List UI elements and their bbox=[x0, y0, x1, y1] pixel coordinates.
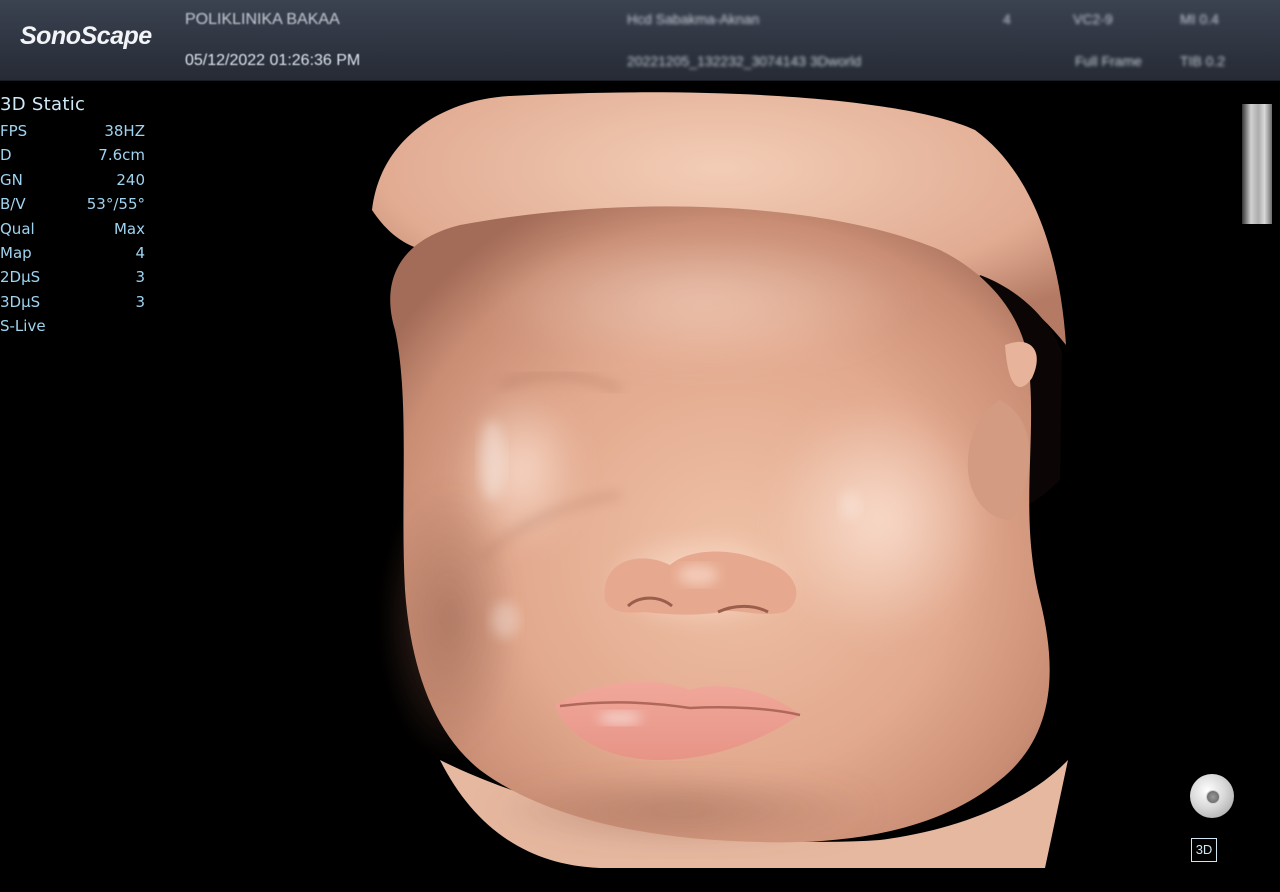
param-label: GN bbox=[0, 170, 23, 189]
param-label: D bbox=[0, 146, 12, 165]
param-row-map: Map 4 bbox=[0, 241, 145, 265]
param-row-depth: D 7.6cm bbox=[0, 143, 145, 167]
param-label: B/V bbox=[0, 195, 26, 214]
header-bar: SonoScape POLIKLINIKA BAKAA 05/12/2022 0… bbox=[0, 0, 1280, 80]
param-value: 53°/55° bbox=[86, 195, 145, 214]
param-value: 240 bbox=[116, 170, 145, 189]
trackball-icon[interactable] bbox=[1190, 774, 1234, 818]
param-value: 3 bbox=[135, 268, 145, 287]
param-value: 4 bbox=[135, 243, 145, 262]
param-row-2dus: 2DμS 3 bbox=[0, 265, 145, 289]
param-row-gain: GN 240 bbox=[0, 168, 145, 192]
param-label: 2DμS bbox=[0, 268, 41, 287]
param-label: Map bbox=[0, 243, 32, 262]
mechanical-index: MI 0.4 bbox=[1180, 11, 1219, 27]
mode-badge-3d[interactable]: 3D bbox=[1191, 838, 1217, 862]
param-row-fps: FPS 38HZ bbox=[0, 119, 145, 143]
param-value: 7.6cm bbox=[98, 146, 145, 165]
fetal-face-render bbox=[372, 92, 1068, 868]
param-value: 3 bbox=[135, 292, 145, 311]
thermal-index: TIB 0.2 bbox=[1180, 53, 1226, 69]
param-label: S-Live bbox=[0, 317, 46, 336]
exam-info-line1: Hcd Sabakma-Aknan bbox=[627, 11, 760, 27]
probe-mark: 4 bbox=[1003, 11, 1011, 27]
probe-name: VC2-9 bbox=[1073, 11, 1113, 27]
imaging-parameters-panel: 3D Static FPS 38HZ D 7.6cm GN 240 B/V 53… bbox=[0, 94, 145, 339]
param-label: Qual bbox=[0, 219, 35, 238]
ultrasound-screen: SonoScape POLIKLINIKA BAKAA 05/12/2022 0… bbox=[0, 0, 1280, 892]
brand-logo: SonoScape bbox=[20, 22, 152, 50]
3d-render-view[interactable] bbox=[0, 80, 1280, 892]
param-row-3dus: 3DμS 3 bbox=[0, 290, 145, 314]
param-row-slive: S-Live bbox=[0, 314, 145, 338]
grayscale-bar bbox=[1242, 104, 1272, 224]
param-row-quality: Qual Max bbox=[0, 217, 145, 241]
param-row-angle: B/V 53°/55° bbox=[0, 192, 145, 216]
probe-mode: Full Frame bbox=[1075, 53, 1142, 69]
param-label: 3DμS bbox=[0, 292, 41, 311]
param-label: FPS bbox=[0, 122, 28, 140]
exam-datetime: 05/12/2022 01:26:36 PM bbox=[185, 52, 361, 69]
trackball-center-icon bbox=[1206, 790, 1220, 804]
exam-info-line2: 20221205_132232_3074143 3Dworld bbox=[627, 53, 862, 69]
param-value: Max bbox=[113, 219, 145, 238]
patient-name: POLIKLINIKA BAKAA bbox=[185, 11, 340, 28]
param-value: 38HZ bbox=[104, 122, 145, 140]
imaging-mode-title: 3D Static bbox=[0, 94, 86, 115]
